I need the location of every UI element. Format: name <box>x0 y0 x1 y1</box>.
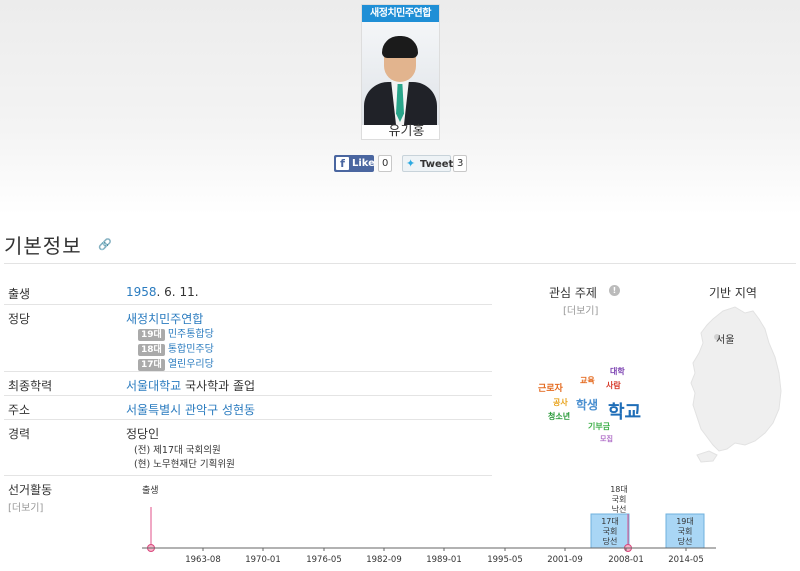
interest-word[interactable]: 대학 <box>610 366 625 377</box>
election-more-link[interactable]: [더보기] <box>8 499 43 514</box>
address-label: 주소 <box>8 403 31 417</box>
tweet-label: Tweet <box>420 159 454 170</box>
event-label-line: 국회 <box>612 495 627 504</box>
info-row-address: 주소 서울특별시 관악구 성현동 <box>4 395 492 420</box>
info-row-education: 최종학력 서울대학교 국사학과 졸업 <box>4 371 492 396</box>
interest-word[interactable]: 학교 <box>608 398 641 424</box>
education-school-link[interactable]: 서울대학교 <box>126 379 181 393</box>
party-history-link[interactable]: 열린우리당 <box>168 359 214 370</box>
event-label-line: 낙선 <box>612 504 627 514</box>
interest-word[interactable]: 청소년 <box>548 411 570 422</box>
korea-map[interactable] <box>683 305 787 467</box>
timeline-tick-label: 1982-09 <box>366 555 402 565</box>
timeline-tick-label: 2008-01 <box>608 555 644 565</box>
era-badge: 17대 <box>138 359 165 371</box>
party-badge[interactable]: 새정치민주연합 <box>362 5 439 22</box>
event-label-line: 18대 <box>610 485 628 494</box>
event-label-line: 17대 <box>601 517 619 526</box>
current-party-link[interactable]: 새정치민주연합 <box>126 310 214 327</box>
address-link[interactable]: 서울특별시 관악구 성현동 <box>126 403 255 417</box>
interest-word[interactable]: 학생 <box>576 396 598 413</box>
facebook-like-button[interactable]: f Like <box>334 155 375 172</box>
facebook-like-count: 0 <box>378 155 393 172</box>
party-history-item: 18대 통합민주당 <box>126 343 214 357</box>
timeline-tick-label: 1995-05 <box>487 555 523 565</box>
party-label: 정당 <box>8 312 31 326</box>
interests-more-link[interactable]: [더보기] <box>563 302 598 317</box>
interest-word[interactable]: 교육 <box>580 375 595 386</box>
party-history-item: 19대 민주통합당 <box>126 328 214 342</box>
career-item: (전) 제17대 국회의원 <box>134 445 221 456</box>
timeline-tick-label: 1963-08 <box>185 555 221 565</box>
career-label: 경력 <box>8 427 31 441</box>
interests-title: 관심 주제 <box>549 286 597 300</box>
interest-word[interactable]: 공사 <box>553 397 568 408</box>
timeline-tick-label: 2014-05 <box>668 555 704 565</box>
info-icon[interactable]: ! <box>609 285 620 296</box>
event-label-line: 국회 <box>603 527 618 536</box>
timeline-tick-label: 2001-09 <box>547 555 583 565</box>
party-history-item: 17대 열린우리당 <box>126 358 214 372</box>
timeline-tick-label: 1976-05 <box>306 555 342 565</box>
info-row-party: 정당 새정치민주연합 19대 민주통합당 18대 통합민주당 17대 열린우리당 <box>4 304 492 372</box>
facebook-like-label: Like <box>352 158 375 169</box>
birth-label: 출생 <box>8 287 31 301</box>
timeline-tick-label: 1989-01 <box>426 555 462 565</box>
election-activity-label: 선거활동 <box>8 483 53 497</box>
tweet-count: 3 <box>453 155 468 172</box>
interest-word[interactable]: 사람 <box>606 380 621 391</box>
education-label: 최종학력 <box>8 379 53 393</box>
career-main: 정당인 <box>126 427 160 441</box>
profile-card: 새정치민주연합 유기홍 <box>361 4 440 140</box>
event-label-line: 19대 <box>676 517 694 526</box>
person-name: 유기홍 <box>388 124 425 139</box>
education-rest: 국사학과 졸업 <box>181 379 256 393</box>
info-row-career: 경력 정당인 (전) 제17대 국회의원 (현) 노무현재단 기획위원 <box>4 419 492 476</box>
profile-photo <box>362 22 439 125</box>
career-item: (현) 노무현재단 기획위원 <box>134 459 235 470</box>
event-label-line: 당선 <box>603 536 618 546</box>
event-label-line: 당선 <box>678 536 693 546</box>
region-label: 서울 <box>716 335 735 346</box>
party-history-link[interactable]: 민주통합당 <box>168 329 214 340</box>
facebook-icon: f <box>336 157 349 170</box>
interest-word[interactable]: 모집 <box>600 434 613 444</box>
info-row-birth: 출생 1958. 6. 11. <box>4 279 492 305</box>
birth-year-link[interactable]: 1958 <box>126 285 157 299</box>
section-divider <box>4 263 796 264</box>
permalink-icon[interactable]: 🔗 <box>98 238 112 251</box>
era-badge: 19대 <box>138 329 165 341</box>
interest-word[interactable]: 근로자 <box>538 381 563 394</box>
twitter-bird-icon: ✦ <box>406 157 416 170</box>
region-title: 기반 지역 <box>709 286 757 300</box>
event-label-line: 국회 <box>678 527 693 536</box>
section-title: 기본정보 <box>4 234 82 258</box>
party-history-link[interactable]: 통합민주당 <box>168 344 214 355</box>
tweet-button[interactable]: ✦ Tweet <box>402 155 454 172</box>
timeline-tick-label: 1970-01 <box>245 555 281 565</box>
interest-word[interactable]: 기부금 <box>588 421 610 432</box>
timeline-birth-label: 출생 <box>142 485 159 496</box>
election-timeline: 출생 18대 국회 낙선 17대 국회 당선 19대 국회 당선 1963-08… <box>142 485 716 565</box>
birth-date-rest: . 6. 11. <box>156 285 199 299</box>
era-badge: 18대 <box>138 344 165 356</box>
